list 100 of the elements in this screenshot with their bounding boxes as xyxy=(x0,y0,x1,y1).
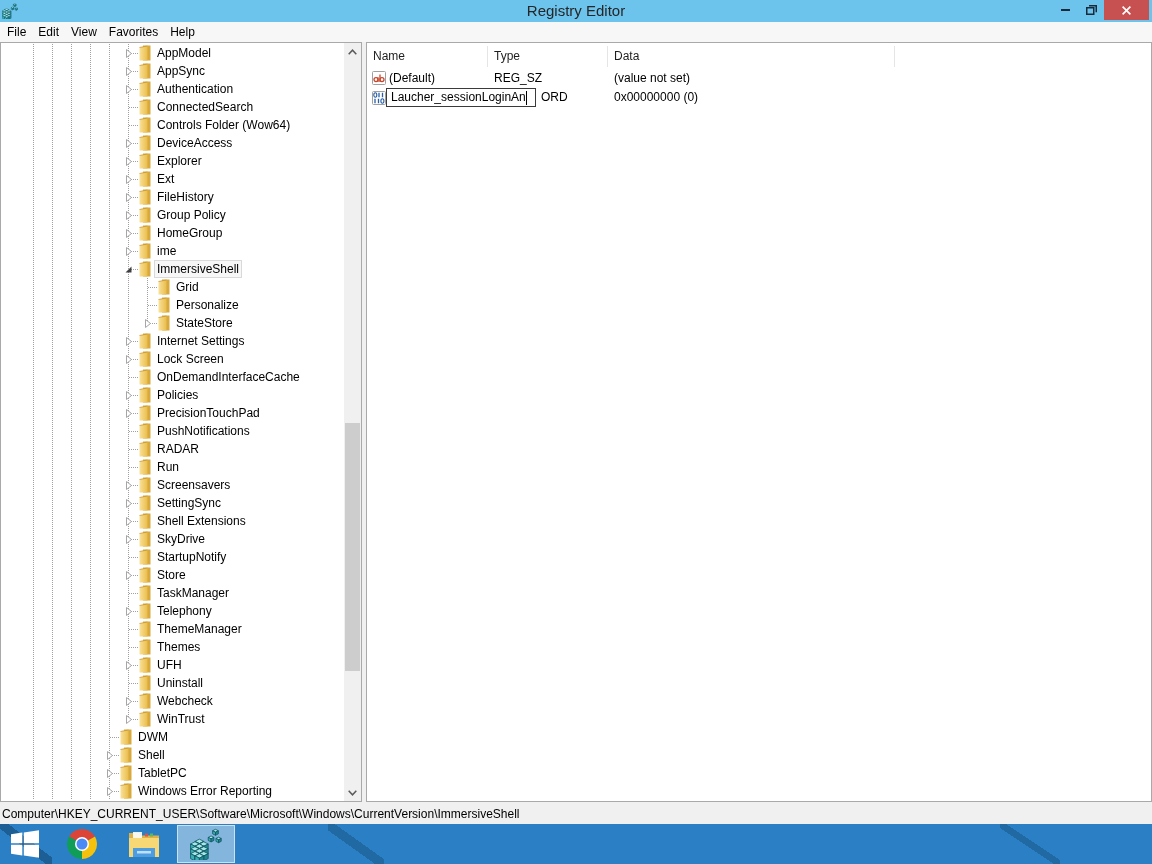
folder-icon xyxy=(139,99,151,115)
scrollbar-track[interactable] xyxy=(344,43,361,801)
expand-arrow-icon[interactable] xyxy=(125,138,132,148)
column-header[interactable]: Type xyxy=(488,46,608,67)
expand-arrow-icon[interactable] xyxy=(125,228,132,238)
scrollbar-thumb[interactable] xyxy=(345,422,360,671)
tree-item[interactable]: Grid xyxy=(173,278,202,296)
menu-item[interactable]: Help xyxy=(164,22,201,42)
tree-item[interactable]: Webcheck xyxy=(154,692,216,710)
expand-arrow-icon[interactable] xyxy=(125,210,132,220)
tree-item[interactable]: TabletPC xyxy=(135,764,190,782)
expand-arrow-icon[interactable] xyxy=(125,714,132,724)
tree-item[interactable]: Store xyxy=(154,566,189,584)
menu-item[interactable]: File xyxy=(1,22,33,42)
tree-item[interactable]: Shell xyxy=(135,746,168,764)
scroll-down-icon[interactable] xyxy=(348,789,357,796)
tree-item[interactable]: DeviceAccess xyxy=(154,134,236,152)
expand-arrow-icon[interactable] xyxy=(125,606,132,616)
folder-icon xyxy=(139,207,151,223)
expand-arrow-icon[interactable] xyxy=(125,696,132,706)
tree-item[interactable]: Windows Error Reporting xyxy=(135,782,276,800)
expand-arrow-icon[interactable] xyxy=(125,534,132,544)
tree-item[interactable]: Policies xyxy=(154,386,202,404)
collapse-arrow-icon[interactable] xyxy=(125,265,132,273)
scroll-up-icon[interactable] xyxy=(348,48,357,55)
expand-arrow-icon[interactable] xyxy=(125,498,132,508)
folder-icon xyxy=(139,135,151,151)
expand-arrow-icon[interactable] xyxy=(144,318,151,328)
expand-arrow-icon[interactable] xyxy=(125,66,132,76)
tree-item[interactable]: ImmersiveShell xyxy=(154,260,243,278)
tree-item[interactable]: TaskManager xyxy=(154,584,233,602)
tree-item[interactable]: Telephony xyxy=(154,602,215,620)
tree-item[interactable]: FileHistory xyxy=(154,188,217,206)
tree-item[interactable]: ime xyxy=(154,242,180,260)
tree-item[interactable]: Shell Extensions xyxy=(154,512,249,530)
tree-item[interactable]: AppSync xyxy=(154,62,209,80)
tree-item[interactable]: AppModel xyxy=(154,44,215,62)
tree-item[interactable]: ConnectedSearch xyxy=(154,98,257,116)
tree-item[interactable]: DWM xyxy=(135,728,171,746)
folder-icon xyxy=(158,279,170,295)
value-name[interactable]: (Default) xyxy=(389,71,435,86)
column-header[interactable]: Data xyxy=(608,46,895,67)
expand-arrow-icon[interactable] xyxy=(125,192,132,202)
expand-arrow-icon[interactable] xyxy=(106,786,113,796)
expand-arrow-icon[interactable] xyxy=(125,84,132,94)
folder-icon xyxy=(139,243,151,259)
tree-item[interactable]: PrecisionTouchPad xyxy=(154,404,263,422)
tree-item[interactable]: OnDemandInterfaceCache xyxy=(154,368,303,386)
expand-arrow-icon[interactable] xyxy=(125,156,132,166)
expand-arrow-icon[interactable] xyxy=(125,480,132,490)
tree-item[interactable]: Group Policy xyxy=(154,206,229,224)
restore-icon xyxy=(1085,5,1097,15)
tree-item[interactable]: Lock Screen xyxy=(154,350,227,368)
rename-field[interactable]: Laucher_sessionLoginAn xyxy=(386,88,536,107)
tree-item[interactable]: SettingSync xyxy=(154,494,225,512)
expand-arrow-icon[interactable] xyxy=(106,768,113,778)
column-header[interactable]: Name xyxy=(367,46,488,67)
folder-icon xyxy=(139,63,151,79)
expand-arrow-icon[interactable] xyxy=(125,336,132,346)
menu-item[interactable]: Favorites xyxy=(102,22,165,42)
folder-icon xyxy=(120,783,132,799)
tree-item[interactable]: Controls Folder (Wow64) xyxy=(154,116,294,134)
expand-arrow-icon[interactable] xyxy=(125,570,132,580)
tree-item[interactable]: UFH xyxy=(154,656,185,674)
tree-item[interactable]: HomeGroup xyxy=(154,224,226,242)
tree-item[interactable]: RADAR xyxy=(154,440,202,458)
menu-item[interactable]: Edit xyxy=(32,22,66,42)
expand-arrow-icon[interactable] xyxy=(106,750,113,760)
expand-arrow-icon[interactable] xyxy=(125,408,132,418)
menu-item[interactable]: View xyxy=(65,22,103,42)
tree-item[interactable]: Themes xyxy=(154,638,204,656)
tree-item[interactable]: Authentication xyxy=(154,80,237,98)
tree-item[interactable]: StateStore xyxy=(173,314,236,332)
tree-item[interactable]: PushNotifications xyxy=(154,422,253,440)
folder-icon xyxy=(139,693,151,709)
expand-arrow-icon[interactable] xyxy=(125,660,132,670)
tree-item[interactable]: ThemeManager xyxy=(154,620,245,638)
tree-item[interactable]: Personalize xyxy=(173,296,242,314)
tree-item[interactable]: WinTrust xyxy=(154,710,208,728)
tree-item[interactable]: Internet Settings xyxy=(154,332,248,350)
binary-value-icon xyxy=(372,90,386,105)
expand-arrow-icon[interactable] xyxy=(125,354,132,364)
tree-item[interactable]: SkyDrive xyxy=(154,530,208,548)
tree-item[interactable]: Ext xyxy=(154,170,178,188)
taskbar-button[interactable] xyxy=(177,825,235,863)
tree-item[interactable]: Screensavers xyxy=(154,476,234,494)
tree-item[interactable]: Uninstall xyxy=(154,674,207,692)
folder-icon xyxy=(139,369,151,385)
tree-item[interactable]: StartupNotify xyxy=(154,548,230,566)
expand-arrow-icon[interactable] xyxy=(125,246,132,256)
window-title: Registry Editor xyxy=(526,1,626,21)
tree-item[interactable]: Explorer xyxy=(154,152,205,170)
expand-arrow-icon[interactable] xyxy=(125,48,132,58)
value-type: REG_SZ xyxy=(494,71,542,86)
folder-icon xyxy=(139,477,151,493)
folder-icon xyxy=(139,261,151,277)
expand-arrow-icon[interactable] xyxy=(125,516,132,526)
expand-arrow-icon[interactable] xyxy=(125,390,132,400)
expand-arrow-icon[interactable] xyxy=(125,174,132,184)
tree-item[interactable]: Run xyxy=(154,458,182,476)
